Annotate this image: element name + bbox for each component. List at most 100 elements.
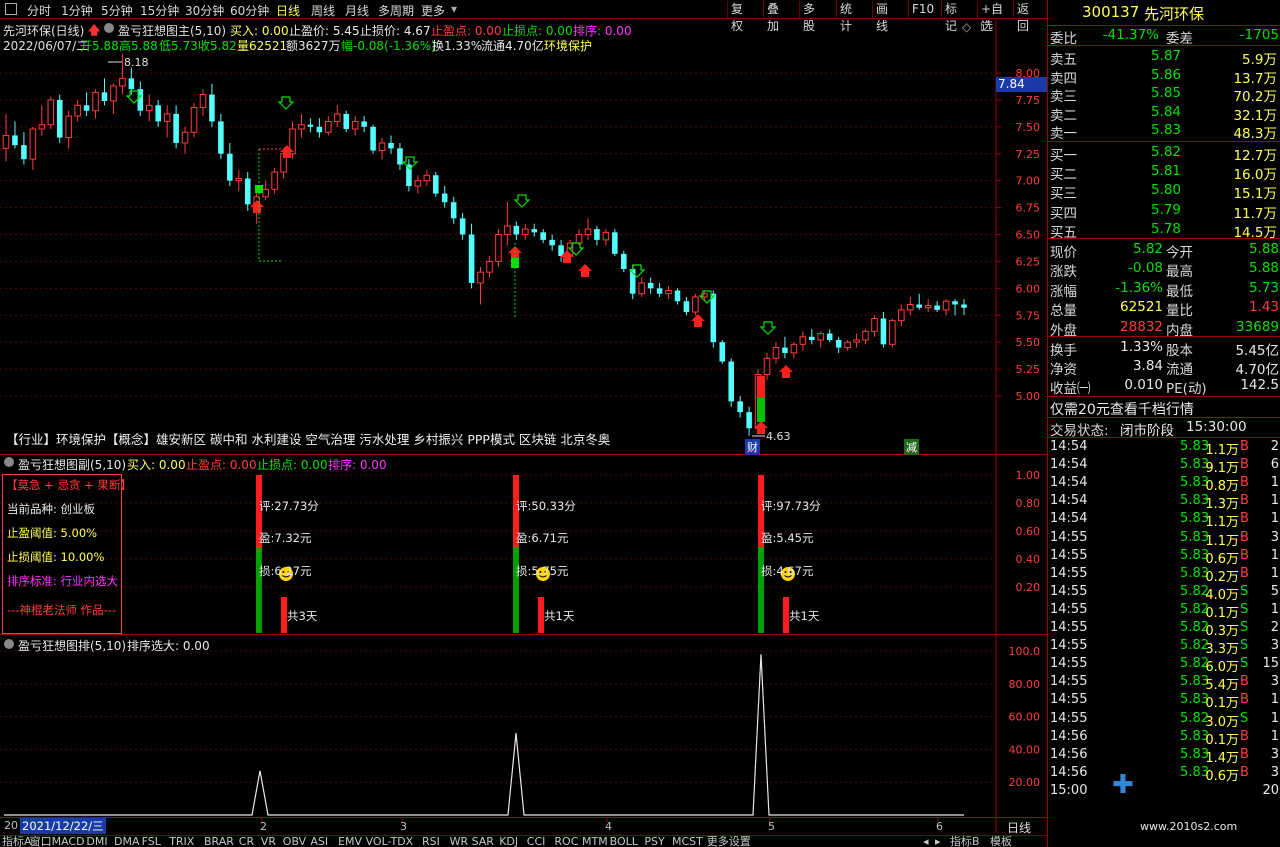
indicator-tab-0[interactable]: 指标A xyxy=(2,836,32,847)
tick-count: 2 xyxy=(1270,620,1279,635)
candle-body xyxy=(889,320,896,345)
period-tab-10[interactable]: 更多 xyxy=(421,2,445,19)
tick-time: 14:54 xyxy=(1050,493,1088,509)
period-tab-9[interactable]: 多周期 xyxy=(378,2,414,19)
indicator-tab-12[interactable]: EMV xyxy=(338,836,362,847)
indicator-right-tab-1[interactable]: 模板 xyxy=(990,836,1012,847)
toolbar-btn-7[interactable]: +自选 xyxy=(977,1,1006,33)
indicator-tab-7[interactable]: BRAR xyxy=(204,836,234,847)
chart-svg[interactable]: 8.007.757.507.257.006.756.506.256.005.75… xyxy=(0,20,1047,835)
indicator-tab-17[interactable]: KDJ xyxy=(499,836,518,847)
expand-diamond-icon[interactable]: ◇ xyxy=(962,20,971,34)
settings-dot-icon[interactable] xyxy=(4,639,14,649)
finance-marker[interactable]: 财 xyxy=(745,439,760,455)
period-tab-4[interactable]: 30分钟 xyxy=(185,2,224,19)
period-label[interactable]: 日线 xyxy=(1007,819,1031,836)
toolbar-btn-5[interactable]: F10 xyxy=(908,1,937,18)
watermark-logo: ✚ xyxy=(1112,770,1134,800)
candle-body xyxy=(952,301,958,305)
indicator-tab-22[interactable]: PSY xyxy=(644,836,664,847)
candle-body xyxy=(333,113,341,122)
toolbar-btn-3[interactable]: 统计 xyxy=(836,1,855,33)
stat-row: 现价 5.82 今开 5.88 xyxy=(1048,241,1280,261)
indicator-tab-13[interactable]: VOL-TDX xyxy=(366,836,414,847)
tick-side: S xyxy=(1240,656,1249,672)
indicator-tab-19[interactable]: ROC xyxy=(554,836,578,847)
stat2-value: 3.84 xyxy=(1132,358,1163,375)
period-tab-2[interactable]: 5分钟 xyxy=(101,2,133,19)
candle-body xyxy=(835,340,842,348)
settings-dot-icon[interactable] xyxy=(4,457,14,467)
tick-time: 14:56 xyxy=(1050,728,1088,744)
indicator-tab-18[interactable]: CCI xyxy=(527,836,546,847)
toolbar-btn-4[interactable]: 画线 xyxy=(872,1,891,33)
candle-body xyxy=(414,180,422,187)
tab-scroll-left-icon[interactable]: ◂ xyxy=(923,836,929,847)
indicator-tab-21[interactable]: BOLL xyxy=(610,836,638,847)
indicator-tab-8[interactable]: CR xyxy=(239,836,254,847)
bid-volume: 15.1万 xyxy=(1233,186,1277,203)
bar-sector: 环境保护 xyxy=(544,39,593,53)
reduce-marker[interactable]: 减 xyxy=(904,439,919,455)
stat-value: 5.73 xyxy=(1248,279,1279,296)
toolbar-btn-8[interactable]: 返回 xyxy=(1013,1,1032,33)
period-tab-0[interactable]: 分时 xyxy=(27,2,51,19)
ask-price: 5.85 xyxy=(1150,85,1181,102)
indicator-tab-23[interactable]: MCST xyxy=(672,836,703,847)
ask-label: 卖二 xyxy=(1050,107,1077,124)
toolbar-btn-2[interactable]: 多股 xyxy=(799,1,818,33)
indicator-tab-4[interactable]: DMA xyxy=(114,836,140,847)
indicator-tab-9[interactable]: VR xyxy=(261,836,276,847)
indicator-tabs: 指标A 窗口 MACD DMI DMA FSL TRIX BRAR CR VR OBV ASI EMV V… xyxy=(0,835,1047,847)
tab-scroll-right-icon[interactable]: ▸ xyxy=(935,836,941,847)
indicator-tab-11[interactable]: ASI xyxy=(310,836,328,847)
settings-dot-icon[interactable] xyxy=(104,23,114,33)
candle-body xyxy=(763,357,771,375)
indicator-tab-16[interactable]: SAR xyxy=(472,836,494,847)
tick-count: 1 xyxy=(1270,475,1279,491)
ask-row: 卖一 5.83 48.3万 xyxy=(1048,122,1280,143)
sub1-axis-label: 0.80 xyxy=(1016,497,1041,510)
indicator-tab-20[interactable]: MTM xyxy=(582,836,608,847)
trade-status-label: 交易状态: xyxy=(1050,423,1109,439)
more-dropdown-icon[interactable]: ▾ xyxy=(451,2,457,16)
indicator-tab-14[interactable]: RSI xyxy=(422,836,440,847)
tick-volume: 0.6万 xyxy=(1205,768,1239,784)
close-small-icon[interactable]: ☐ xyxy=(980,20,991,34)
ask-label: 卖一 xyxy=(1050,126,1077,143)
stat-label: 现价 xyxy=(1050,245,1077,261)
period-tab-6[interactable]: 日线 xyxy=(276,2,300,19)
candle-body xyxy=(898,309,905,322)
tick-volume: 1.3万 xyxy=(1205,497,1239,513)
stat2-label: 净资 xyxy=(1050,362,1077,379)
indicator-tab-2[interactable]: MACD xyxy=(52,836,85,847)
tick-volume: 4.0万 xyxy=(1205,587,1239,603)
indicator-tab-24[interactable]: 更多 xyxy=(707,836,729,847)
indicator-tab-3[interactable]: DMI xyxy=(86,836,107,847)
indicator-tab-5[interactable]: FSL xyxy=(142,836,161,847)
period-tab-1[interactable]: 1分钟 xyxy=(61,2,93,19)
indicator-tab-25[interactable]: 设置 xyxy=(729,836,751,847)
indicator-right-tab-0[interactable]: 指标B xyxy=(950,836,980,847)
indicator-tab-15[interactable]: WR xyxy=(450,836,469,847)
stat-label: 今开 xyxy=(1166,245,1193,261)
toolbar-btn-1[interactable]: 叠加 xyxy=(763,1,782,33)
toolbar-btn-6[interactable]: 标记 xyxy=(941,1,960,33)
indicator-tab-1[interactable]: 窗口 xyxy=(30,836,52,847)
window-box-icon[interactable] xyxy=(5,3,17,15)
price-axis-label: 5.25 xyxy=(1016,363,1041,376)
stat2-value: 4.70亿 xyxy=(1235,362,1279,379)
toolbar-btn-0[interactable]: 复权 xyxy=(727,1,746,33)
ask-volume: 70.2万 xyxy=(1233,89,1277,106)
indicator-tab-10[interactable]: OBV xyxy=(283,836,306,847)
signal-score: 评:97.73分 xyxy=(761,499,821,513)
tick-count: 3 xyxy=(1270,746,1279,762)
period-tab-8[interactable]: 月线 xyxy=(345,2,369,19)
tick-side: B xyxy=(1240,529,1249,545)
indicator-tab-6[interactable]: TRIX xyxy=(169,836,194,847)
chart-area[interactable]: 8.00 7.75 7.50 7.25 7.00 6.75 6.50 6.25 6.00 5.75… xyxy=(0,20,1047,835)
period-tab-5[interactable]: 60分钟 xyxy=(230,2,269,19)
period-tab-7[interactable]: 周线 xyxy=(311,2,335,19)
promo-text[interactable]: 仅需20元查看千档行情 xyxy=(1050,399,1194,419)
period-tab-3[interactable]: 15分钟 xyxy=(140,2,179,19)
